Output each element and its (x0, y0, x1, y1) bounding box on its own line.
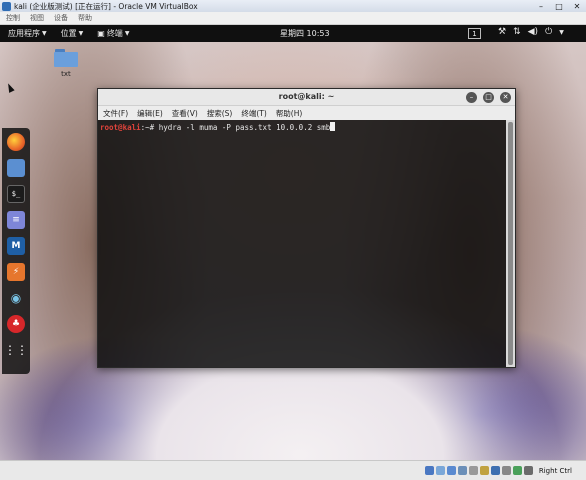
files-icon[interactable] (7, 159, 25, 177)
chevron-down-icon: ▼ (78, 30, 84, 37)
terminal-titlebar[interactable]: root@kali: ~ – □ ✕ (98, 89, 515, 106)
places-label: 位置 (60, 29, 77, 38)
dock: $_ ≡ M ⚡ ◉ ♣ ⋮⋮ (2, 128, 30, 374)
vbox-statusbar: Right Ctrl (0, 460, 586, 480)
usb-icon[interactable] (468, 466, 478, 475)
vbox-menu-control[interactable]: 控制 (6, 13, 20, 23)
volume-icon: ◀) (527, 27, 539, 37)
terminal-menubar: 文件(F) 编辑(E) 查看(V) 搜索(S) 终端(T) 帮助(H) (98, 106, 515, 120)
power-icon: ⏻ (545, 27, 553, 37)
minimize-button[interactable]: – (466, 92, 477, 103)
menu-help[interactable]: 帮助(H) (276, 108, 303, 119)
folder-icon (54, 49, 78, 67)
recording-icon[interactable] (501, 466, 511, 475)
terminal-output[interactable]: root@kali:~# hydra -l muma -P pass.txt 1… (98, 120, 506, 367)
places-menu[interactable]: 位置 ▼ (61, 28, 84, 39)
chevron-down-icon: ▼ (559, 28, 564, 36)
terminal-title: root@kali: ~ (278, 92, 335, 101)
display-icon[interactable] (490, 466, 500, 475)
prompt-user: root@kali (100, 123, 141, 132)
metasploit-icon[interactable]: M (7, 237, 25, 255)
scrollbar-thumb[interactable] (508, 122, 513, 365)
show-apps-icon[interactable]: ⋮⋮ (4, 341, 28, 359)
terminal-app-menu[interactable]: ▣ 终端 ▼ (97, 28, 129, 39)
window-controls: – □ ✕ (532, 0, 586, 12)
close-button[interactable]: ✕ (568, 0, 586, 12)
terminal-app-label: 终端 (106, 29, 123, 38)
minimize-button[interactable]: – (532, 0, 550, 12)
mouse-pointer-icon (5, 82, 15, 93)
chevron-down-icon: ▼ (42, 30, 47, 37)
text-cursor (330, 122, 336, 131)
chevron-down-icon: ▼ (124, 30, 130, 37)
virtualbox-icon (2, 1, 11, 11)
vbox-menubar: 控制 视图 设备 帮助 (0, 12, 586, 25)
cpu-icon[interactable] (512, 466, 522, 475)
applications-menu[interactable]: 应用程序 ▼ (8, 28, 47, 39)
terminal-window-controls: – □ ✕ (466, 92, 511, 103)
notes-icon[interactable]: ≡ (7, 211, 25, 229)
terminal-window[interactable]: root@kali: ~ – □ ✕ 文件(F) 编辑(E) 查看(V) 搜索(… (97, 88, 516, 368)
firefox-icon[interactable] (7, 133, 25, 151)
desktop-folder-label: txt (61, 70, 71, 78)
close-button[interactable]: ✕ (500, 92, 511, 103)
vbox-menu-help[interactable]: 帮助 (78, 13, 92, 23)
network-icon[interactable] (457, 466, 467, 475)
vbox-menu-view[interactable]: 视图 (30, 13, 44, 23)
vbox-titlebar: kali (企业版测试) [正在运行] - Oracle VM VirtualB… (0, 0, 586, 12)
maximize-button[interactable]: □ (483, 92, 494, 103)
optical-drive-icon[interactable] (435, 466, 445, 475)
menu-terminal[interactable]: 终端(T) (241, 108, 266, 119)
network-tool-icon[interactable]: ⚒ (498, 27, 506, 37)
network-icon: ⇅ (513, 27, 521, 37)
shared-folder-icon[interactable] (479, 466, 489, 475)
host-key-label: Right Ctrl (538, 466, 572, 475)
workspace-indicator[interactable]: 1 (468, 28, 481, 39)
prompt-path: :~# (140, 123, 159, 132)
eye-icon[interactable]: ◉ (7, 289, 25, 307)
audio-icon[interactable] (446, 466, 456, 475)
menu-view[interactable]: 查看(V) (172, 108, 198, 119)
menu-edit[interactable]: 编辑(E) (137, 108, 163, 119)
gnome-top-bar: 应用程序 ▼ 位置 ▼ ▣ 终端 ▼ 星期四 10:53 1 ⚒ ⇅ ◀) ⏻ … (0, 25, 586, 42)
maximize-button[interactable]: □ (550, 0, 568, 12)
terminal-icon[interactable]: $_ (7, 185, 25, 203)
menu-file[interactable]: 文件(F) (103, 108, 128, 119)
mouse-integration-icon[interactable] (523, 466, 533, 475)
guest-screen: 应用程序 ▼ 位置 ▼ ▣ 终端 ▼ 星期四 10:53 1 ⚒ ⇅ ◀) ⏻ … (0, 25, 586, 460)
command-text: hydra -l muma -P pass.txt 10.0.0.2 smb (158, 123, 331, 132)
applications-label: 应用程序 (8, 29, 40, 38)
terminal-scrollbar[interactable] (506, 120, 515, 367)
clock[interactable]: 星期四 10:53 (280, 28, 330, 39)
hdd-icon[interactable] (424, 466, 434, 475)
vbox-window-title: kali (企业版测试) [正在运行] - Oracle VM VirtualB… (14, 1, 198, 11)
terminal-app-icon: ▣ (97, 29, 105, 38)
burpsuite-icon[interactable]: ⚡ (7, 263, 25, 281)
system-tray[interactable]: ⚒ ⇅ ◀) ⏻ ▼ (498, 27, 564, 37)
desktop-folder[interactable]: txt (52, 49, 80, 78)
cherrytree-icon[interactable]: ♣ (7, 315, 25, 333)
vbox-menu-devices[interactable]: 设备 (54, 13, 68, 23)
menu-search[interactable]: 搜索(S) (207, 108, 233, 119)
